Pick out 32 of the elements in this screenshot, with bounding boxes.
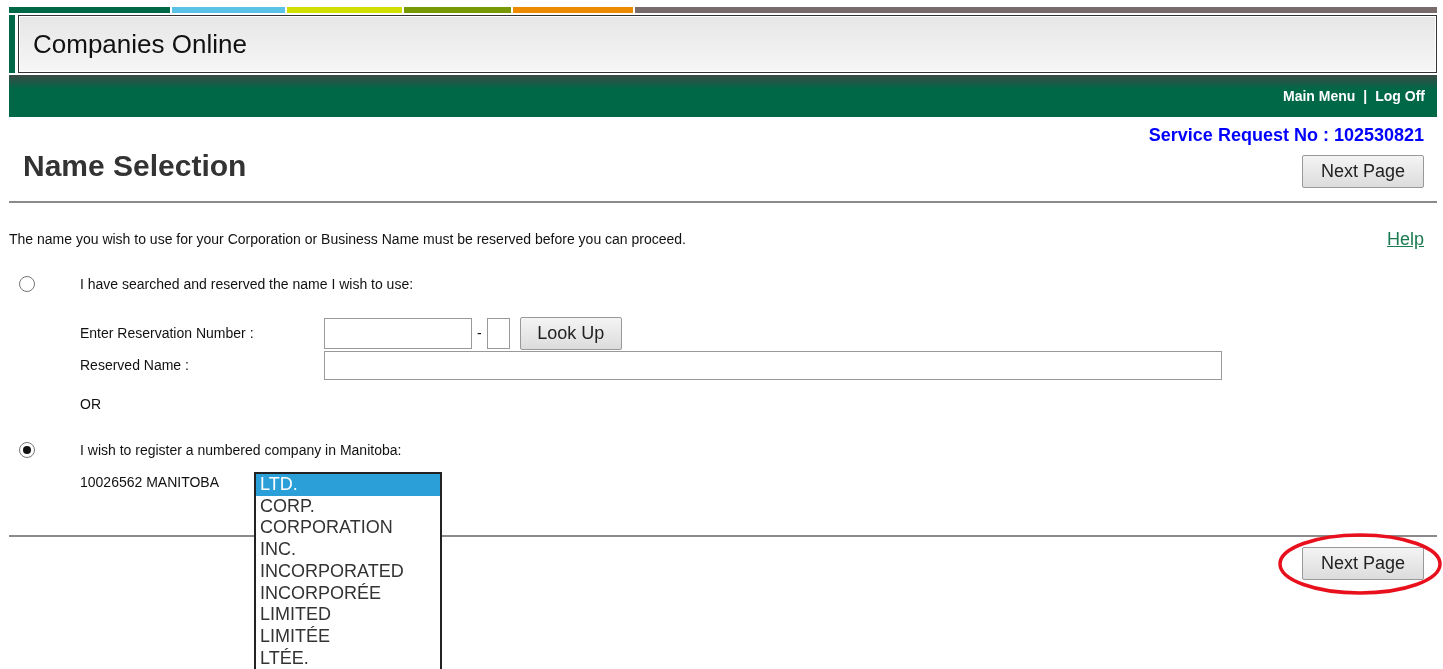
dropdown-option[interactable]: CORPORATION xyxy=(256,517,440,540)
radio-button[interactable] xyxy=(19,276,35,292)
service-request-number: Service Request No : 102530821 xyxy=(1148,124,1424,146)
page-title: Name Selection xyxy=(23,149,247,183)
next-page-button[interactable]: Next Page xyxy=(1302,547,1424,580)
help-link[interactable]: Help xyxy=(1386,228,1424,250)
look-up-button[interactable]: Look Up xyxy=(519,316,622,350)
dropdown-option[interactable]: LIMITÉE xyxy=(256,625,440,648)
nav-link[interactable]: Main Menu xyxy=(1282,88,1356,104)
instruction-text: The name you wish to use for your Corporation or Business Name must be reserved before you can proceed. xyxy=(9,231,686,247)
next-page-button[interactable]: Next Page xyxy=(1302,154,1424,188)
check-digit-field[interactable] xyxy=(486,317,510,349)
option-label: I have searched and reserved the name I wish to use: xyxy=(80,276,414,292)
dropdown-option[interactable]: INCORPORÉE xyxy=(256,582,440,605)
suffix-dropdown-list[interactable]: LTD. CORP. CORPORATION INC. INCORPORATED INCORPORÉE LIMITED LIMITÉE LTÉE. xyxy=(254,472,442,669)
site-title: Companies Online xyxy=(33,28,247,60)
nav-separator: | xyxy=(1363,88,1368,104)
reservation-number-field[interactable] xyxy=(324,317,472,349)
dropdown-option[interactable]: INC. xyxy=(256,539,440,561)
field-label: Reserved Name : xyxy=(80,357,190,373)
dropdown-option[interactable]: CORP. xyxy=(256,495,440,518)
dropdown-option[interactable]: INCORPORATED xyxy=(256,560,440,583)
dropdown-option[interactable]: LTÉE. xyxy=(256,647,440,669)
or-text: OR xyxy=(80,396,101,412)
dropdown-option[interactable]: LIMITED xyxy=(256,604,440,626)
reserved-name-field[interactable] xyxy=(324,350,1222,380)
dash-separator: - xyxy=(477,325,482,341)
field-label: Enter Reservation Number : xyxy=(80,325,255,341)
radio-button[interactable] xyxy=(19,442,35,458)
company-number-name: 10026562 MANITOBA xyxy=(80,474,220,490)
nav-link[interactable]: Log Off xyxy=(1375,88,1425,104)
option-label: I wish to register a numbered company in Manitoba: xyxy=(80,442,402,458)
